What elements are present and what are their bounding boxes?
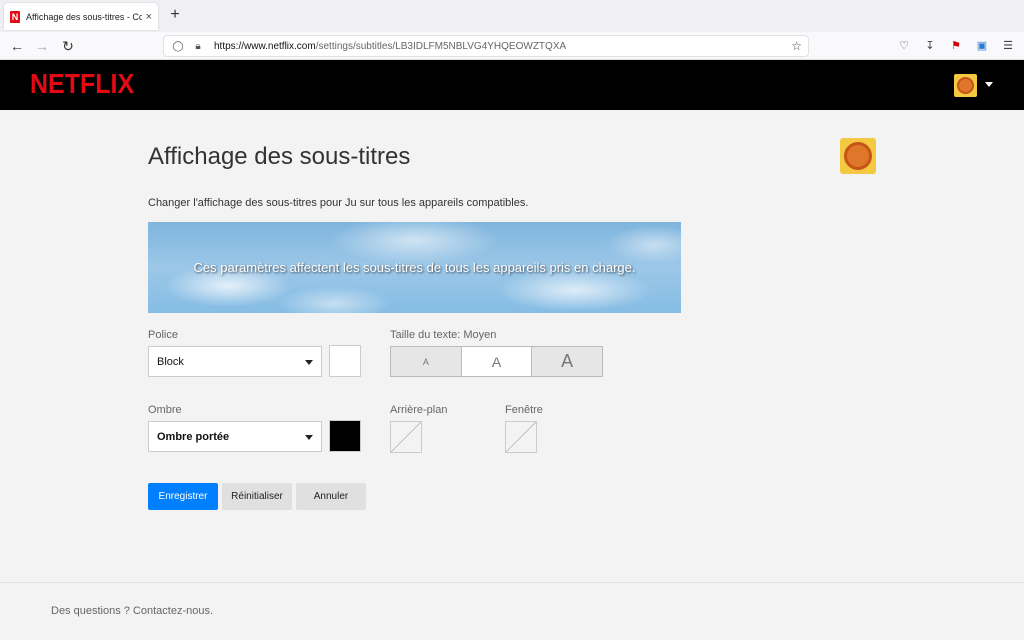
text-size-small[interactable]: A [391, 347, 461, 376]
reload-icon[interactable]: ↻ [58, 36, 78, 56]
avatar[interactable] [954, 74, 977, 97]
avatar-disc [957, 77, 974, 94]
background-color-swatch[interactable] [390, 421, 422, 453]
netflix-header: NETFLIX [0, 60, 1024, 110]
new-tab-button[interactable]: + [166, 6, 184, 24]
extension-icon[interactable]: ▣ [974, 38, 990, 54]
reset-button[interactable]: Réinitialiser [222, 483, 292, 510]
url-text: https://www.netflix.com/settings/subtitl… [214, 40, 567, 52]
background-label: Arrière-plan [390, 404, 448, 416]
text-size-large[interactable]: A [531, 347, 603, 376]
netflix-favicon-icon: N [10, 10, 20, 23]
shadow-select[interactable]: Ombre portée [148, 421, 322, 452]
font-select-value: Block [157, 355, 184, 368]
shield-icon[interactable]: ◯ [172, 41, 184, 52]
footer-divider [0, 582, 1024, 583]
page-description: Changer l'affichage des sous-titres pour… [148, 197, 529, 209]
footer-contact-link[interactable]: Des questions ? Contactez-nous. [51, 605, 213, 617]
chevron-down-icon [305, 435, 313, 440]
lock-icon[interactable]: 🔒︎ [192, 41, 204, 52]
browser-nav-bar: ← → ↻ ◯ 🔒︎ https://www.netflix.com/setti… [0, 32, 1024, 60]
chevron-down-icon [305, 360, 313, 365]
download-icon[interactable]: ↧ [922, 38, 938, 54]
window-color-swatch[interactable] [505, 421, 537, 453]
profile-avatar-disc [844, 142, 872, 170]
browser-tab[interactable]: N Affichage des sous-titres - Cor × [4, 3, 158, 30]
no-color-slash-icon [506, 422, 536, 452]
shadow-color-swatch[interactable] [329, 420, 361, 452]
profile-caret-down-icon[interactable] [985, 82, 993, 87]
back-arrow-icon[interactable]: ← [7, 36, 27, 56]
page-title: Affichage des sous-titres [148, 143, 411, 170]
close-tab-icon[interactable]: × [146, 11, 152, 23]
text-size-selector: A A A [390, 346, 603, 377]
cancel-button[interactable]: Annuler [296, 483, 366, 510]
profile-avatar [840, 138, 876, 174]
shadow-select-value: Ombre portée [157, 430, 230, 443]
menu-icon[interactable]: ☰ [1000, 38, 1016, 54]
no-color-slash-icon [391, 422, 421, 452]
netflix-logo[interactable]: NETFLIX [30, 68, 134, 100]
font-label: Police [148, 329, 178, 341]
address-bar[interactable]: ◯ 🔒︎ https://www.netflix.com/settings/su… [163, 35, 809, 57]
text-size-label: Taille du texte: Moyen [390, 329, 497, 341]
extension-shield-icon[interactable]: ⚑ [948, 38, 964, 54]
font-select[interactable]: Block [148, 346, 322, 377]
shadow-label: Ombre [148, 404, 182, 416]
window-label: Fenêtre [505, 404, 543, 416]
pocket-icon[interactable]: ♡ [896, 38, 912, 54]
font-color-swatch[interactable] [329, 345, 361, 377]
text-size-medium[interactable]: A [460, 347, 532, 376]
bookmark-star-icon[interactable]: ☆ [791, 39, 802, 53]
browser-tab-bar: N Affichage des sous-titres - Cor × + [0, 0, 1024, 32]
preview-text: Ces paramètres affectent les sous-titres… [193, 259, 636, 275]
tab-title: Affichage des sous-titres - Cor [26, 11, 142, 22]
save-button[interactable]: Enregistrer [148, 483, 218, 510]
subtitle-preview: Ces paramètres affectent les sous-titres… [148, 222, 681, 313]
forward-arrow-icon[interactable]: → [32, 36, 52, 56]
